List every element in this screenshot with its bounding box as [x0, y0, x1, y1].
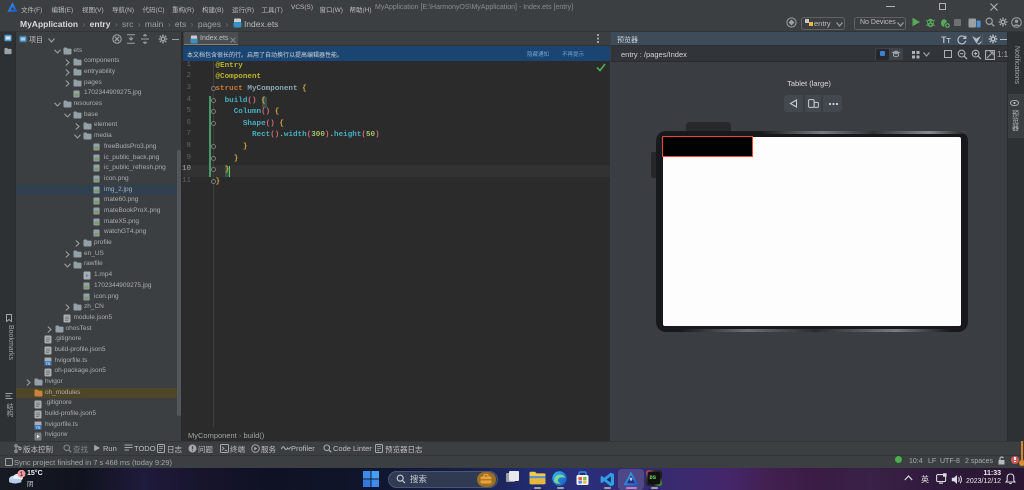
svg-text:TS: TS	[45, 362, 50, 366]
svg-text:TS: TS	[36, 426, 41, 430]
